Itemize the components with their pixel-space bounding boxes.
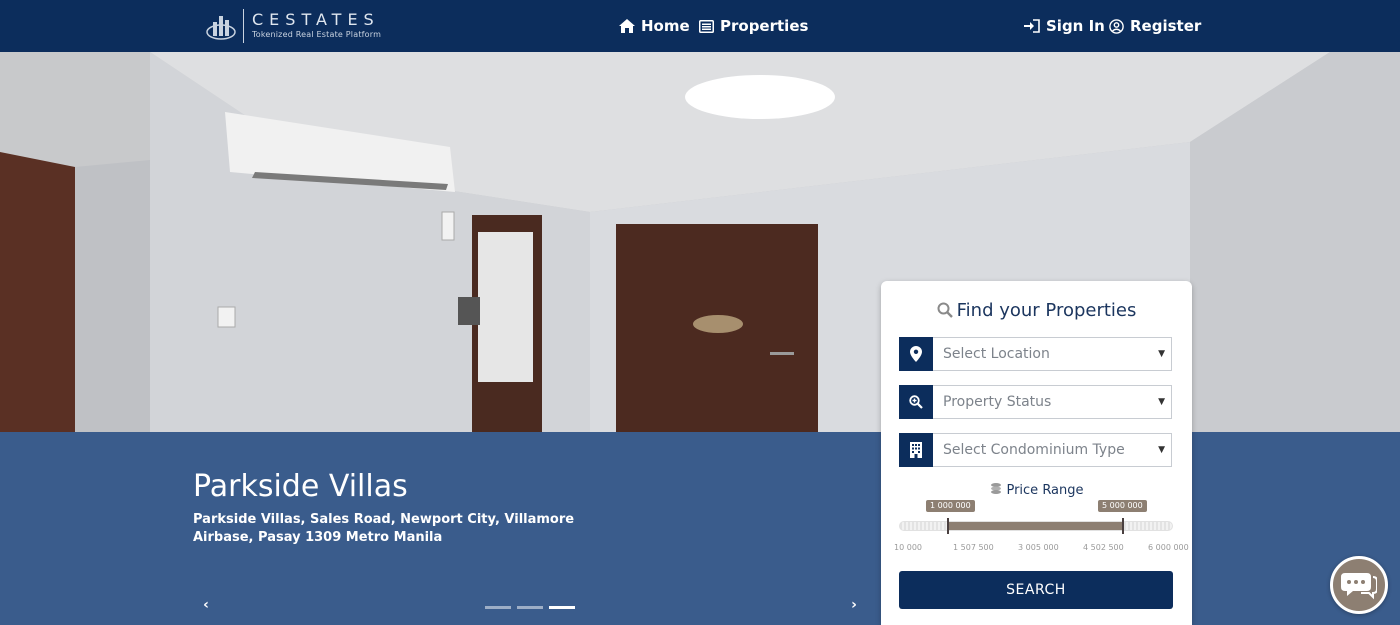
carousel-next-button[interactable]: ›: [846, 596, 862, 614]
top-navbar: CESTATES Tokenized Real Estate Platform …: [0, 0, 1400, 52]
carousel-dot-1[interactable]: [485, 606, 511, 609]
chevron-down-icon: ▼: [1158, 445, 1165, 455]
nav-register[interactable]: Register: [1109, 0, 1201, 52]
carousel-dot-3[interactable]: [549, 606, 575, 609]
map-marker-icon: [899, 337, 933, 371]
price-range-heading: Price Range: [881, 482, 1192, 500]
nav-home[interactable]: Home: [619, 0, 690, 52]
search-button[interactable]: SEARCH: [899, 571, 1173, 609]
location-select-value: Select Location: [943, 346, 1050, 362]
home-icon: [619, 19, 635, 33]
price-min-value: 1 000 000: [926, 500, 975, 512]
condo-type-field[interactable]: Select Condominium Type ▼: [899, 433, 1172, 467]
nav-register-label: Register: [1130, 17, 1202, 35]
search-panel-heading: Find your Properties: [881, 299, 1192, 323]
logo-text: CESTATES Tokenized Real Estate Platform: [252, 12, 381, 40]
chat-bubbles-icon: [1341, 573, 1377, 600]
location-field[interactable]: Select Location ▼: [899, 337, 1172, 371]
price-min-handle[interactable]: [947, 518, 949, 534]
nav-properties-label: Properties: [720, 17, 809, 35]
nav-properties[interactable]: Properties: [699, 0, 808, 52]
sign-in-icon: [1024, 19, 1040, 33]
chevron-down-icon: ▼: [1158, 349, 1165, 359]
nav-sign-in-label: Sign In: [1046, 17, 1105, 35]
nav-sign-in[interactable]: Sign In: [1024, 0, 1105, 52]
nav-home-label: Home: [641, 17, 690, 35]
price-max-value: 5 000 000: [1098, 500, 1147, 512]
brand-tagline: Tokenized Real Estate Platform: [252, 30, 382, 39]
price-range-slider[interactable]: [899, 521, 1173, 531]
brand-logo[interactable]: CESTATES Tokenized Real Estate Platform: [205, 8, 381, 44]
condo-type-select-value: Select Condominium Type: [943, 442, 1125, 458]
status-field[interactable]: Property Status ▼: [899, 385, 1172, 419]
price-range-label: Price Range: [1006, 483, 1084, 498]
carousel-dot-2[interactable]: [517, 606, 543, 609]
search-plus-icon: [899, 385, 933, 419]
coins-icon: [991, 483, 1002, 494]
location-select[interactable]: Select Location ▼: [933, 337, 1172, 371]
building-icon: [899, 433, 933, 467]
chat-widget-button[interactable]: [1330, 556, 1388, 614]
price-scale-tick: 3 005 000: [1018, 543, 1059, 552]
condo-type-select[interactable]: Select Condominium Type ▼: [933, 433, 1172, 467]
carousel-prev-button[interactable]: ‹: [198, 596, 214, 614]
price-range-fill: [948, 522, 1124, 530]
status-select[interactable]: Property Status ▼: [933, 385, 1172, 419]
status-select-value: Property Status: [943, 394, 1052, 410]
hero-title: Parkside Villas: [193, 469, 408, 504]
search-icon: [937, 302, 953, 318]
price-scale-tick: 4 502 500: [1083, 543, 1124, 552]
brand-name: CESTATES: [252, 10, 380, 29]
logo-divider: [243, 9, 244, 43]
list-icon: [699, 19, 714, 33]
price-max-handle[interactable]: [1122, 518, 1124, 534]
price-scale-tick: 10 000: [894, 543, 922, 552]
price-scale-tick: 6 000 000: [1148, 543, 1189, 552]
hero-address: Parkside Villas, Sales Road, Newport Cit…: [193, 512, 575, 545]
search-panel-title: Find your Properties: [956, 300, 1137, 321]
building-logo-icon: [205, 10, 237, 42]
user-circle-icon: [1109, 18, 1124, 34]
chevron-down-icon: ▼: [1158, 397, 1165, 407]
search-panel: Find your Properties Select Location ▼ P…: [881, 281, 1192, 625]
price-scale-tick: 1 507 500: [953, 543, 994, 552]
